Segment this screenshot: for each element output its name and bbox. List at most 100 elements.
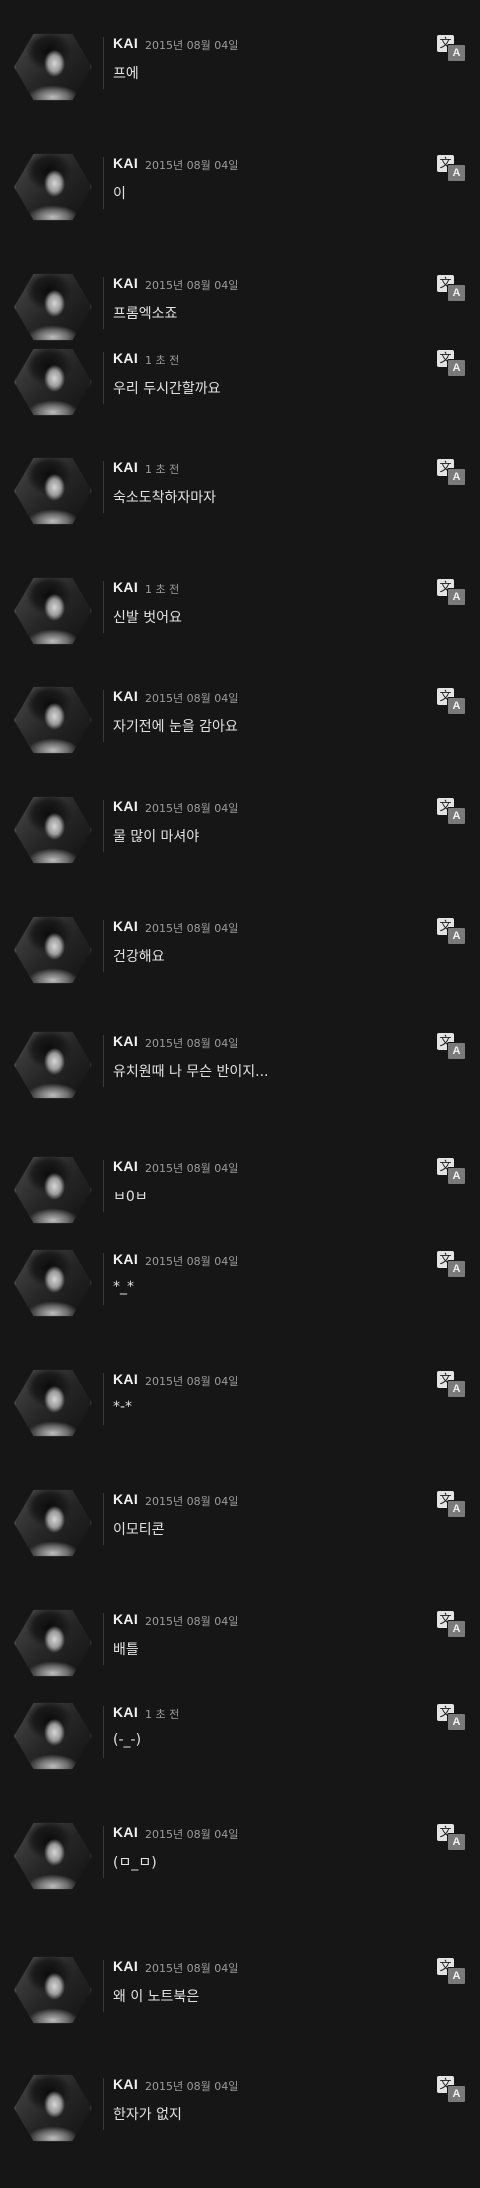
translate-button[interactable]: 文 A	[437, 155, 466, 182]
author-name[interactable]: KAI	[113, 2076, 138, 2092]
message-text: 건강해요	[113, 949, 165, 965]
author-name[interactable]: KAI	[113, 1824, 138, 1840]
avatar[interactable]	[14, 153, 92, 221]
avatar[interactable]	[14, 2074, 92, 2142]
translate-button[interactable]: 文 A	[437, 1371, 466, 1398]
timestamp: 2015년 08월 04일	[145, 922, 239, 935]
divider	[103, 1613, 104, 1665]
translate-icon-front: A	[447, 927, 466, 945]
divider	[103, 1373, 104, 1425]
translate-icon-front: A	[447, 1967, 466, 1985]
timestamp: 2015년 08월 04일	[145, 1375, 239, 1388]
translate-button[interactable]: 文 A	[437, 1824, 466, 1851]
divider	[103, 461, 104, 513]
message-text: 프롬엑소죠	[113, 306, 178, 322]
timestamp: 2015년 08월 04일	[145, 1615, 239, 1628]
message-text: ㅂ0ㅂ	[113, 1189, 148, 1205]
author-name[interactable]: KAI	[113, 1958, 138, 1974]
timestamp: 2015년 08월 04일	[145, 1255, 239, 1268]
author-name[interactable]: KAI	[113, 579, 138, 595]
translate-button[interactable]: 文 A	[437, 275, 466, 302]
translate-button[interactable]: 文 A	[437, 688, 466, 715]
avatar[interactable]	[14, 1369, 92, 1437]
avatar[interactable]	[14, 348, 92, 416]
author-name[interactable]: KAI	[113, 1611, 138, 1627]
message-text: 우리 두시간할까요	[113, 381, 221, 397]
message-item-13: KAI 2015년 08월 04일 *-* 文 A	[0, 1369, 480, 1483]
author-name[interactable]: KAI	[113, 1251, 138, 1267]
avatar[interactable]	[14, 33, 92, 101]
translate-button[interactable]: 文 A	[437, 350, 466, 377]
message-text: 숙소도착하자마자	[113, 490, 217, 506]
translate-button[interactable]: 文 A	[437, 1491, 466, 1518]
avatar[interactable]	[14, 1822, 92, 1890]
author-name[interactable]: KAI	[113, 918, 138, 934]
translate-icon-front: A	[447, 2085, 466, 2103]
author-name[interactable]: KAI	[113, 1371, 138, 1387]
author-name[interactable]: KAI	[113, 1033, 138, 1049]
translate-button[interactable]: 文 A	[437, 1958, 466, 1985]
translate-button[interactable]: 文 A	[437, 1704, 466, 1731]
author-name[interactable]: KAI	[113, 688, 138, 704]
avatar[interactable]	[14, 686, 92, 754]
avatar[interactable]	[14, 796, 92, 864]
avatar[interactable]	[14, 457, 92, 525]
avatar[interactable]	[14, 1489, 92, 1557]
translate-button[interactable]: 文 A	[437, 35, 466, 62]
translate-icon-front: A	[447, 1713, 466, 1731]
message-text: 자기전에 눈을 감아요	[113, 719, 238, 735]
translate-button[interactable]: 文 A	[437, 459, 466, 486]
avatar[interactable]	[14, 1156, 92, 1224]
author-name[interactable]: KAI	[113, 155, 138, 171]
author-name[interactable]: KAI	[113, 1704, 138, 1720]
timestamp: 2015년 08월 04일	[145, 159, 239, 172]
message-item-2: KAI 2015년 08월 04일 이 文 A	[0, 153, 480, 267]
translate-icon-front: A	[447, 1620, 466, 1638]
author-name[interactable]: KAI	[113, 459, 138, 475]
avatar[interactable]	[14, 1702, 92, 1770]
translate-button[interactable]: 文 A	[437, 1611, 466, 1638]
divider	[103, 1826, 104, 1878]
divider	[103, 1253, 104, 1305]
translate-button[interactable]: 文 A	[437, 1251, 466, 1278]
avatar[interactable]	[14, 1249, 92, 1317]
message-item-4: KAI 1 초 전 우리 두시간할까요 文 A	[0, 348, 480, 462]
divider	[103, 352, 104, 404]
avatar[interactable]	[14, 577, 92, 645]
author-name[interactable]: KAI	[113, 798, 138, 814]
translate-icon-front: A	[447, 44, 466, 62]
translate-icon-front: A	[447, 1042, 466, 1060]
translate-button[interactable]: 文 A	[437, 1033, 466, 1060]
author-name[interactable]: KAI	[113, 350, 138, 366]
avatar[interactable]	[14, 1609, 92, 1677]
timestamp: 1 초 전	[145, 463, 180, 476]
translate-button[interactable]: 文 A	[437, 798, 466, 825]
author-name[interactable]: KAI	[113, 1491, 138, 1507]
author-name[interactable]: KAI	[113, 35, 138, 51]
translate-icon-front: A	[447, 1833, 466, 1851]
author-name[interactable]: KAI	[113, 1158, 138, 1174]
translate-button[interactable]: 文 A	[437, 1158, 466, 1185]
timestamp: 2015년 08월 04일	[145, 692, 239, 705]
translate-button[interactable]: 文 A	[437, 579, 466, 606]
avatar[interactable]	[14, 1031, 92, 1099]
message-item-10: KAI 2015년 08월 04일 유치원때 나 무슨 반이지... 文 A	[0, 1031, 480, 1145]
avatar[interactable]	[14, 1956, 92, 2024]
message-item-12: KAI 2015년 08월 04일 *_* 文 A	[0, 1249, 480, 1363]
timestamp: 2015년 08월 04일	[145, 1037, 239, 1050]
message-text: (ㅁ_ㅁ)	[113, 1855, 157, 1871]
timestamp: 2015년 08월 04일	[145, 279, 239, 292]
divider	[103, 800, 104, 852]
translate-button[interactable]: 文 A	[437, 918, 466, 945]
timestamp: 2015년 08월 04일	[145, 1162, 239, 1175]
avatar[interactable]	[14, 273, 92, 341]
message-feed: KAI 2015년 08월 04일 프에 文 A KAI 2015년 08월 0…	[0, 0, 480, 2167]
avatar[interactable]	[14, 916, 92, 984]
translate-button[interactable]: 文 A	[437, 2076, 466, 2103]
divider	[103, 581, 104, 633]
author-name[interactable]: KAI	[113, 275, 138, 291]
message-text: *_*	[113, 1279, 134, 1295]
message-item-5: KAI 1 초 전 숙소도착하자마자 文 A	[0, 457, 480, 571]
translate-icon-front: A	[447, 588, 466, 606]
divider	[103, 277, 104, 329]
